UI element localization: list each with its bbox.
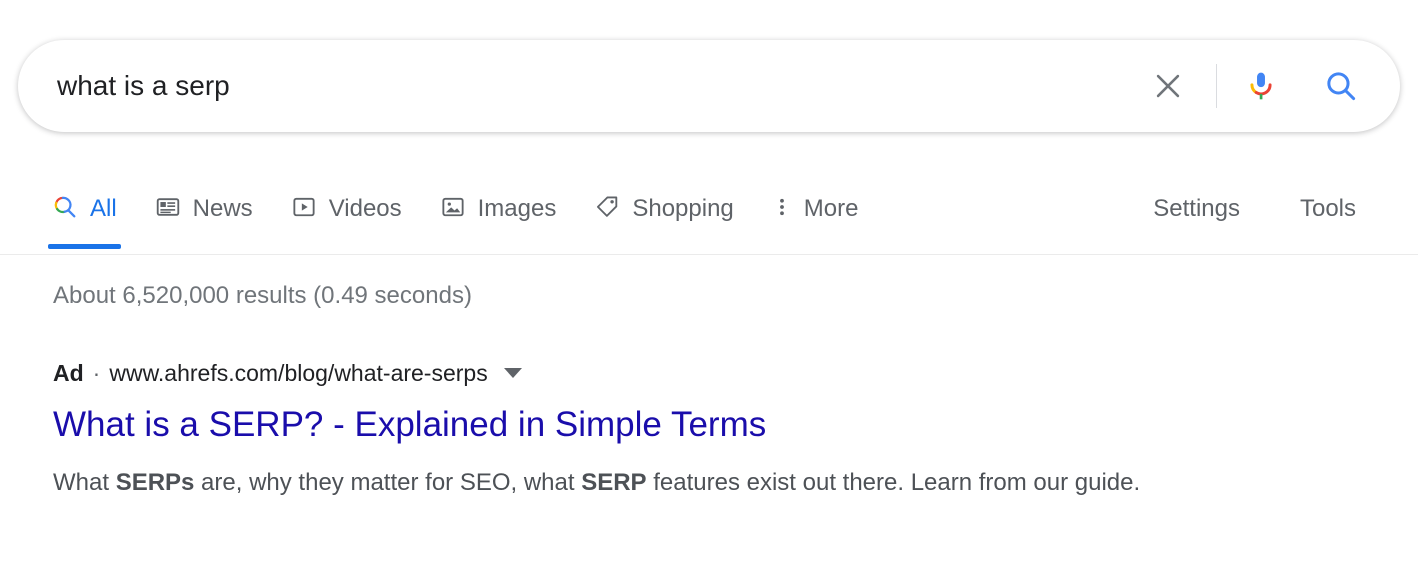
settings-button[interactable]: Settings <box>1153 195 1240 223</box>
chevron-down-icon[interactable] <box>503 368 522 378</box>
price-tag-icon <box>594 194 620 225</box>
tabs-bottom-divider <box>0 254 1418 255</box>
ad-title-link[interactable]: What is a SERP? - Explained in Simple Te… <box>53 405 1253 445</box>
ad-desc-bold1: SERPs <box>115 469 195 497</box>
video-play-icon <box>291 194 317 225</box>
microphone-icon[interactable] <box>1239 64 1283 108</box>
newspaper-icon <box>155 194 181 225</box>
tab-shopping-label: Shopping <box>632 195 734 222</box>
ad-desc-part1: What <box>53 469 116 497</box>
search-divider <box>1216 64 1217 108</box>
ad-desc-part3: features exist out there. Learn from our… <box>646 469 1141 497</box>
tab-more-label: More <box>803 195 859 222</box>
google-search-icon <box>52 194 78 225</box>
tab-videos-label: Videos <box>328 195 402 222</box>
ad-description: What SERPs are, why they matter for SEO,… <box>53 464 1218 501</box>
search-tabs-bar: All News Videos Images Shopping More Set… <box>0 182 1418 254</box>
search-tools-group: Settings Tools <box>1153 182 1356 236</box>
ad-desc-bold2: SERP <box>581 469 647 497</box>
tab-news-label: News <box>192 195 253 222</box>
image-icon <box>440 194 466 225</box>
tab-images[interactable]: Images <box>440 182 557 236</box>
search-tabs: All News Videos Images Shopping More <box>48 182 896 254</box>
ad-separator: · <box>92 359 101 386</box>
active-tab-underline <box>48 244 121 249</box>
tab-shopping[interactable]: Shopping <box>594 182 734 236</box>
search-box[interactable] <box>18 40 1400 132</box>
search-bar-container <box>18 40 1400 132</box>
kebab-menu-icon <box>772 194 792 225</box>
ad-url-line: Ad · www.ahrefs.com/blog/what-are-serps <box>53 357 1253 389</box>
tab-all[interactable]: All <box>48 182 121 249</box>
search-actions <box>1146 64 1363 108</box>
search-input[interactable] <box>57 61 1146 111</box>
close-icon[interactable] <box>1146 64 1190 108</box>
ad-url[interactable]: www.ahrefs.com/blog/what-are-serps <box>109 360 487 387</box>
ad-result: Ad · www.ahrefs.com/blog/what-are-serps … <box>53 357 1253 501</box>
tab-videos[interactable]: Videos <box>291 182 402 236</box>
ad-desc-part2: are, why they matter for SEO, what <box>194 469 582 497</box>
tab-news[interactable]: News <box>155 182 253 236</box>
search-icon[interactable] <box>1319 64 1363 108</box>
tools-button[interactable]: Tools <box>1300 195 1356 223</box>
ad-badge: Ad <box>53 359 84 386</box>
tab-all-label: All <box>90 195 117 222</box>
tab-more[interactable]: More <box>772 182 859 236</box>
result-stats: About 6,520,000 results (0.49 seconds) <box>53 282 472 309</box>
tab-images-label: Images <box>477 195 557 222</box>
